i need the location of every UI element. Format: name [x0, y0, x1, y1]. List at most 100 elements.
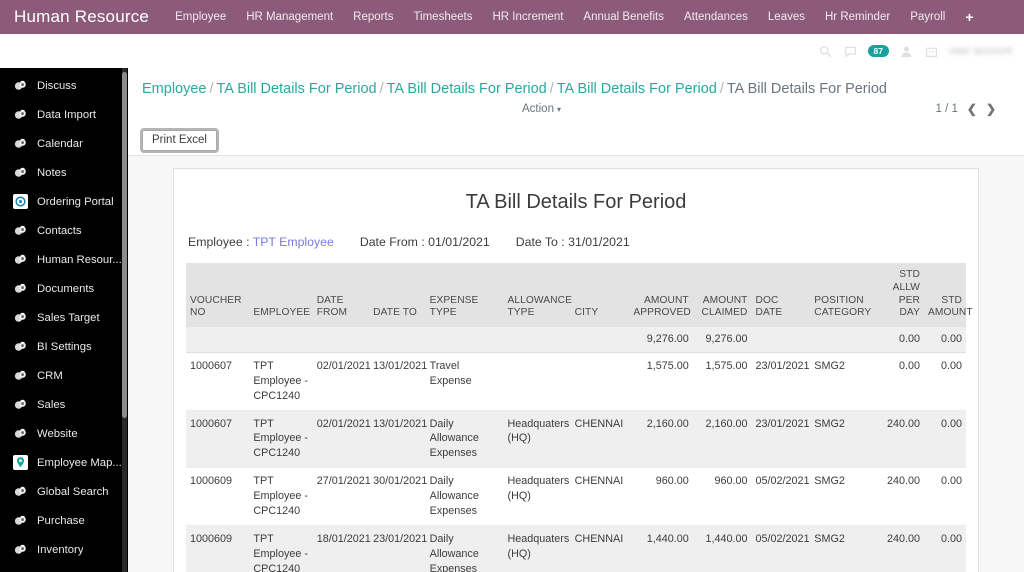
- breadcrumb-separator: /: [209, 81, 214, 97]
- column-header: DOC DATE: [751, 263, 811, 327]
- column-header-line1: STD ALLW: [892, 269, 920, 293]
- sidebar-item-label: Human Resour...: [37, 253, 122, 266]
- previous-record-icon[interactable]: ❮: [967, 103, 977, 115]
- sidebar-item-label: Contacts: [37, 224, 82, 237]
- breadcrumb-current: TA Bill Details For Period: [726, 81, 887, 97]
- sidebar-item-calendar[interactable]: Calendar: [0, 129, 128, 158]
- table-row[interactable]: 1000607 TPT Employee - CPC1240 02/01/2021 1…: [186, 352, 966, 411]
- sidebar-item-human-resour[interactable]: Human Resour...: [0, 245, 128, 274]
- cell-doc-date: 23/01/2021: [751, 410, 811, 469]
- notification-count-badge[interactable]: 87: [867, 44, 890, 58]
- sidebar-scrollbar-thumb[interactable]: [122, 72, 127, 418]
- next-record-icon[interactable]: ❯: [986, 103, 996, 115]
- sidebar-item-data-import[interactable]: Data Import: [0, 100, 128, 129]
- app-icon: [12, 78, 28, 93]
- action-dropdown-label: Action: [522, 103, 554, 115]
- cell-date-to: 30/01/2021: [369, 467, 427, 526]
- sidebar-item-invoicing[interactable]: Invoicing: [0, 564, 128, 572]
- sidebar-item-notes[interactable]: Notes: [0, 158, 128, 187]
- menu-item-leaves[interactable]: Leaves: [758, 7, 815, 27]
- totals-cell: 9,276.00: [692, 327, 752, 353]
- cell-std-allw-per-day: 0.00: [880, 352, 924, 411]
- column-header-line1: DATE: [316, 294, 344, 306]
- record-pager: 1 / 1 ❮ ❯: [935, 103, 996, 115]
- breadcrumb-link-2[interactable]: TA Bill Details For Period: [387, 81, 547, 97]
- sidebar-item-sales-target[interactable]: Sales Target: [0, 303, 128, 332]
- date-from-meta: Date From : 01/01/2021: [360, 235, 490, 249]
- cell-amount-approved: 2,160.00: [629, 410, 693, 469]
- cell-city: CHENNAI: [570, 410, 630, 469]
- menu-item-hr-management[interactable]: HR Management: [236, 7, 343, 27]
- column-header-line2: DATE TO: [373, 307, 417, 319]
- app-icon: [12, 223, 28, 238]
- app-brand[interactable]: Human Resource: [0, 7, 165, 27]
- column-header-line2: NO: [190, 307, 206, 319]
- menu-item-hr-reminder[interactable]: Hr Reminder: [815, 7, 900, 27]
- ta-bill-table: VOUCHER NO EMPLOYEE DATE FROM DATE TO EXPENSE …: [186, 263, 973, 572]
- sidebar-item-website[interactable]: Website: [0, 419, 128, 448]
- sidebar-item-contacts[interactable]: Contacts: [0, 216, 128, 245]
- totals-cell: [810, 327, 881, 353]
- menu-item-attendances[interactable]: Attendances: [674, 7, 758, 27]
- sidebar-item-documents[interactable]: Documents: [0, 274, 128, 303]
- sidebar-item-label: Sales: [37, 398, 66, 411]
- table-row[interactable]: 1000609 TPT Employee - CPC1240 18/01/2021 2…: [186, 525, 966, 572]
- app-icon: [12, 513, 28, 528]
- sidebar-item-purchase[interactable]: Purchase: [0, 506, 128, 535]
- user-icon[interactable]: [899, 44, 914, 59]
- sidebar-item-inventory[interactable]: Inventory: [0, 535, 128, 564]
- sidebar-item-ordering-portal[interactable]: Ordering Portal: [0, 187, 128, 216]
- menu-item-employee[interactable]: Employee: [165, 7, 236, 27]
- cell-allowance-type: [503, 352, 571, 411]
- breadcrumb-link-3[interactable]: TA Bill Details For Period: [557, 81, 717, 97]
- menu-item-reports[interactable]: Reports: [343, 7, 403, 27]
- search-icon[interactable]: [818, 44, 833, 59]
- sidebar-item-label: Notes: [37, 166, 67, 179]
- breadcrumb-link-1[interactable]: TA Bill Details For Period: [217, 81, 377, 97]
- control-panel-top: Employee / TA Bill Details For Period / TA B…: [128, 68, 1024, 126]
- breadcrumb-link-0[interactable]: Employee: [142, 81, 206, 97]
- cell-date-to: 13/01/2021: [369, 352, 427, 411]
- sidebar-item-bi-settings[interactable]: BI Settings: [0, 332, 128, 361]
- report-sheet-background: TA Bill Details For Period Employee : TP…: [128, 156, 1024, 572]
- table-row[interactable]: 1000607 TPT Employee - CPC1240 02/01/2021 1…: [186, 410, 966, 469]
- sidebar-item-label: CRM: [37, 369, 63, 382]
- date-from-value: 01/01/2021: [428, 235, 490, 249]
- cell-date-to: 13/01/2021: [369, 410, 427, 469]
- cell-amount-claimed: 1,575.00: [692, 352, 752, 411]
- sidebar-item-sales[interactable]: Sales: [0, 390, 128, 419]
- column-header-line2: EXPENSE TYPE: [429, 294, 479, 319]
- sidebar-item-crm[interactable]: CRM: [0, 361, 128, 390]
- employee-value-link[interactable]: TPT Employee: [253, 235, 334, 249]
- date-to-value: 31/01/2021: [568, 235, 630, 249]
- column-header-line2: TYPE: [507, 307, 535, 319]
- main-content: Employee / TA Bill Details For Period / TA B…: [128, 68, 1024, 572]
- action-dropdown[interactable]: Action ▾: [522, 103, 561, 115]
- user-account-name[interactable]: user account: [949, 45, 1012, 57]
- menu-item-annual-benefits[interactable]: Annual Benefits: [573, 7, 674, 27]
- company-icon[interactable]: [924, 44, 939, 59]
- add-menu-icon[interactable]: +: [955, 8, 983, 26]
- sidebar-item-label: Website: [37, 427, 78, 440]
- table-row[interactable]: 1000609 TPT Employee - CPC1240 27/01/2021 3…: [186, 467, 966, 526]
- cell-allowance-type: Headquaters (HQ): [503, 525, 571, 572]
- sidebar-item-global-search[interactable]: Global Search: [0, 477, 128, 506]
- breadcrumb-separator: /: [549, 81, 554, 97]
- table-header: VOUCHER NO EMPLOYEE DATE FROM DATE TO EXPENSE …: [186, 263, 973, 327]
- menu-item-timesheets[interactable]: Timesheets: [403, 7, 482, 27]
- column-header: ALLOWANCE TYPE: [503, 263, 572, 327]
- chat-icon[interactable]: [843, 44, 858, 59]
- totals-cell: [503, 327, 571, 353]
- table-body: 9,276.00 9,276.00 0.00 0.00 1000607 TPT Emplo…: [186, 327, 966, 572]
- sidebar-item-discuss[interactable]: Discuss: [0, 71, 128, 100]
- sidebar-item-employee-map[interactable]: Employee Map...: [0, 448, 128, 477]
- column-header: EXPENSE TYPE: [425, 263, 504, 327]
- cell-position-category: SMG2: [810, 467, 881, 526]
- print-excel-button[interactable]: Print Excel: [140, 128, 219, 153]
- menu-item-hr-increment[interactable]: HR Increment: [482, 7, 573, 27]
- breadcrumb-separator: /: [719, 81, 724, 97]
- cell-std-allw-per-day: 240.00: [880, 410, 924, 469]
- menu-item-payroll[interactable]: Payroll: [900, 7, 955, 27]
- employee-label: Employee :: [188, 235, 250, 249]
- column-header-line1: AMOUNT: [702, 294, 748, 306]
